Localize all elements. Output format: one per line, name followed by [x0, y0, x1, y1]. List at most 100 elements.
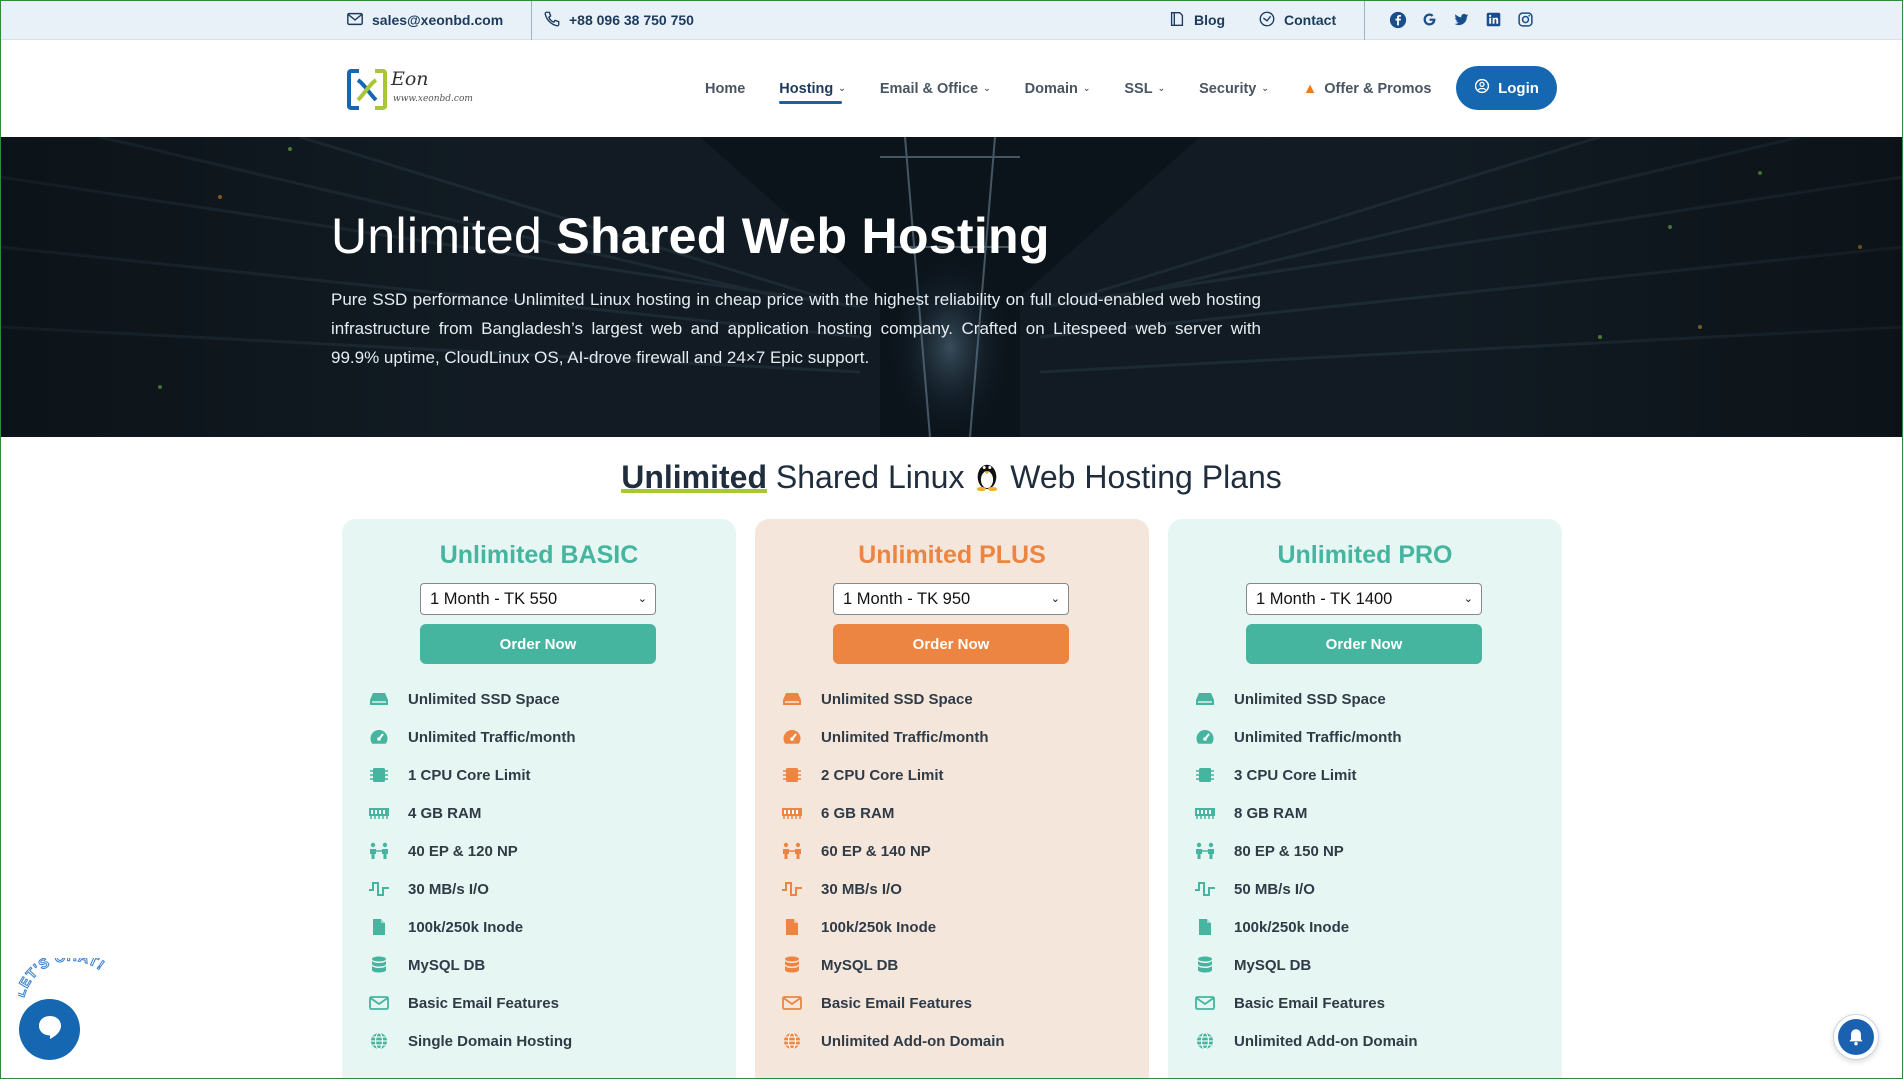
feature-item: Unlimited SSD Space [366, 680, 576, 718]
phone-link[interactable]: +88 096 38 750 750 [543, 0, 694, 40]
ram-memory-icon [366, 802, 392, 824]
billing-cycle-select[interactable]: 1 Month - TK 950 ⌄ [833, 583, 1069, 615]
order-label: Order Now [1325, 635, 1403, 653]
chevron-down-icon: ⌄ [1157, 83, 1166, 93]
fire-icon: ▲ [1302, 80, 1318, 97]
email-link[interactable]: sales@xeonbd.com [346, 0, 503, 40]
email-text: sales@xeonbd.com [372, 12, 504, 28]
google-icon[interactable] [1420, 10, 1439, 29]
select-value: 1 Month - TK 550 [430, 589, 558, 608]
logo[interactable]: Eon www.xeonbd.com [347, 62, 477, 112]
feature-item: 8 GB RAM [1192, 794, 1418, 832]
feature-item: 30 MB/s I/O [366, 870, 576, 908]
section-title-part: Web Hosting Plans [1010, 459, 1282, 495]
feature-label: 100k/250k Inode [1234, 918, 1350, 936]
nav-label: Home [705, 80, 746, 97]
select-value: 1 Month - TK 1400 [1256, 589, 1393, 608]
nav-offers[interactable]: ▲ Offer & Promos [1303, 74, 1432, 104]
login-button[interactable]: Login [1456, 66, 1557, 110]
feature-item: Unlimited SSD Space [1192, 680, 1418, 718]
logo-mark-icon [347, 69, 387, 110]
social-links [1388, 10, 1535, 29]
feature-label: 100k/250k Inode [408, 918, 524, 936]
nav-home[interactable]: Home [705, 74, 745, 104]
feature-label: Basic Email Features [821, 994, 972, 1012]
phone-icon [543, 10, 561, 31]
feature-list: Unlimited SSD Space Unlimited Traffic/mon… [1192, 680, 1418, 1060]
select-value: 1 Month - TK 950 [843, 589, 971, 608]
feature-item: 100k/250k Inode [366, 908, 576, 946]
hero-title-bold: Shared Web Hosting [556, 208, 1050, 264]
phone-text: +88 096 38 750 750 [569, 12, 694, 28]
logo-text: Eon [391, 68, 429, 90]
billing-cycle-select[interactable]: 1 Month - TK 550 ⌄ [420, 583, 656, 615]
feature-item: 80 EP & 150 NP [1192, 832, 1418, 870]
nav-security[interactable]: Security ⌄ [1199, 74, 1269, 104]
globe-icon [366, 1030, 392, 1052]
feature-item: 1 CPU Core Limit [366, 756, 576, 794]
billing-cycle-select[interactable]: 1 Month - TK 1400 ⌄ [1246, 583, 1482, 615]
feature-label: Unlimited Traffic/month [1234, 728, 1402, 746]
feature-label: Basic Email Features [1234, 994, 1385, 1012]
divider [531, 0, 532, 40]
blog-link[interactable]: Blog [1168, 0, 1225, 40]
feature-label: 8 GB RAM [1234, 804, 1308, 822]
feature-label: MySQL DB [408, 956, 486, 974]
top-bar: sales@xeonbd.com +88 096 38 750 750 Blog… [0, 0, 1903, 40]
contact-label: Contact [1284, 12, 1337, 28]
nav-domain[interactable]: Domain ⌄ [1025, 74, 1091, 104]
hero-banner: Unlimited Shared Web Hosting Pure SSD pe… [0, 137, 1903, 437]
hero-title-light: Unlimited [331, 208, 543, 264]
feature-item: MySQL DB [366, 946, 576, 984]
order-now-button[interactable]: Order Now [420, 624, 656, 664]
chevron-down-icon: ⌄ [1050, 593, 1060, 605]
plan-name: Unlimited PLUS [858, 541, 1046, 569]
users-process-icon [1192, 840, 1218, 862]
feature-item: Unlimited Traffic/month [1192, 718, 1418, 756]
envelope-icon [1192, 992, 1218, 1014]
io-signal-icon [1192, 878, 1218, 900]
linkedin-icon[interactable] [1484, 10, 1503, 29]
feature-item: Basic Email Features [1192, 984, 1418, 1022]
feature-list: Unlimited SSD Space Unlimited Traffic/mon… [366, 680, 576, 1060]
chat-bubble-icon [35, 1012, 65, 1047]
order-label: Order Now [499, 635, 577, 653]
instagram-icon[interactable] [1516, 10, 1535, 29]
speedometer-icon [1192, 726, 1218, 748]
hero-description: Pure SSD performance Unlimited Linux hos… [331, 290, 1261, 367]
feature-label: 3 CPU Core Limit [1234, 766, 1357, 784]
bell-icon [1838, 1019, 1874, 1055]
nav-ssl[interactable]: SSL ⌄ [1124, 74, 1165, 104]
feature-item: Unlimited SSD Space [779, 680, 1005, 718]
notification-bell-button[interactable] [1833, 1014, 1879, 1060]
chevron-down-icon: ⌄ [1463, 593, 1473, 605]
nav-email-office[interactable]: Email & Office ⌄ [880, 74, 991, 104]
order-now-button[interactable]: Order Now [833, 624, 1069, 664]
logo-url: www.xeonbd.com [393, 94, 473, 104]
nav-label: Email & Office [879, 80, 979, 97]
chat-button[interactable] [19, 999, 80, 1060]
file-icon [1192, 916, 1218, 938]
feature-label: 60 EP & 140 NP [821, 842, 931, 860]
order-label: Order Now [912, 635, 990, 653]
order-now-button[interactable]: Order Now [1246, 624, 1482, 664]
section-title: Unlimited Shared Linux Web Hosting Plans [0, 458, 1903, 500]
nav-hosting[interactable]: Hosting ⌄ [779, 74, 846, 104]
feature-item: Single Domain Hosting [366, 1022, 576, 1060]
io-signal-icon [779, 878, 805, 900]
chevron-down-icon: ⌄ [838, 83, 846, 93]
feature-label: 30 MB/s I/O [408, 880, 489, 898]
svg-text:LET'S CHAT!: LET'S CHAT! [18, 958, 108, 999]
twitter-icon[interactable] [1452, 10, 1471, 29]
facebook-icon[interactable] [1388, 10, 1407, 29]
feature-item: 4 GB RAM [366, 794, 576, 832]
site-header: Eon www.xeonbd.com Home Hosting ⌄ Email &… [0, 40, 1903, 137]
feature-item: 2 CPU Core Limit [779, 756, 1005, 794]
ram-memory-icon [1192, 802, 1218, 824]
database-icon [366, 954, 392, 976]
feature-item: Unlimited Add-on Domain [779, 1022, 1005, 1060]
plan-name: Unlimited PRO [1277, 541, 1453, 569]
plan-card-pro: Unlimited PRO 1 Month - TK 1400 ⌄ Order N… [1168, 519, 1562, 1079]
contact-link[interactable]: Contact [1258, 0, 1336, 40]
ssd-drive-icon [366, 688, 392, 710]
